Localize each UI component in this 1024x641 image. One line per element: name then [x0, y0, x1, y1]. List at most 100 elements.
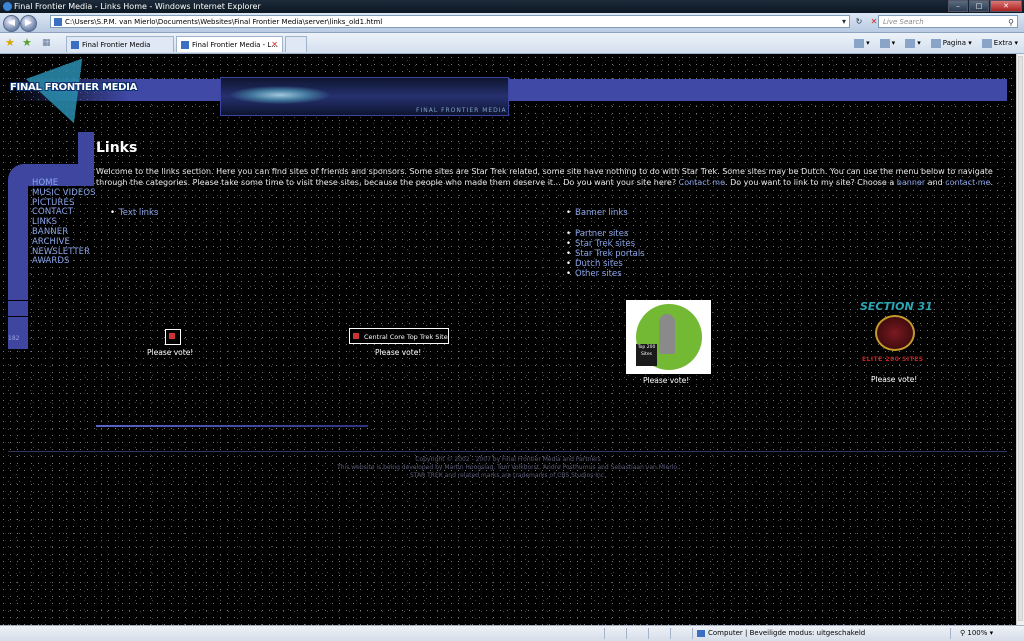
back-button[interactable]: ◀ [3, 15, 20, 32]
page-title: Links [96, 140, 138, 156]
feeds-icon [879, 38, 890, 48]
tab-bar: ★ ★ ▦ Final Frontier Media Final Frontie… [0, 33, 1024, 54]
print-icon [905, 38, 916, 48]
site-logo[interactable]: FINAL FRONTIER MEDIA [10, 82, 137, 93]
zoom-icon: ⚲ [960, 629, 966, 637]
forward-button[interactable]: ▶ [20, 15, 37, 32]
footer-divider [8, 451, 1007, 452]
page-viewport: FINAL FRONTIER MEDIA FINAL FRONTIER MEDI… [0, 54, 1016, 625]
favorites-star-icon[interactable]: ★ [5, 37, 15, 49]
security-zone[interactable]: Computer | Beveiligde modus: uitgeschake… [696, 626, 865, 641]
category-dutch-sites[interactable]: Dutch sites [566, 259, 645, 269]
home-button[interactable]: ▾ [854, 36, 870, 50]
add-favorites-icon[interactable]: ★ [22, 37, 32, 49]
zoom-level[interactable]: ⚲ 100% ▾ [960, 626, 993, 641]
refresh-icon[interactable]: ↻ [853, 15, 865, 28]
status-separator [626, 628, 627, 639]
scrollbar-thumb[interactable] [1018, 56, 1023, 621]
banner-link[interactable]: banner [897, 178, 925, 187]
intro-text-part: and [925, 177, 946, 187]
tools-menu-button[interactable]: Extra ▾ [981, 36, 1018, 50]
text-links-list: Text links [110, 208, 158, 218]
status-separator [670, 628, 671, 639]
address-input[interactable]: C:\Users\S.P.M. van Mierlo\Documents\Web… [50, 15, 850, 28]
vote-label: Please vote! [643, 376, 690, 385]
vote-button-broken-image[interactable] [165, 329, 181, 345]
vote-button-top200[interactable]: Top 200 Sites [626, 300, 711, 374]
page-footer: Copyright © 2002 - 2007 by Final Frontie… [0, 456, 1016, 480]
close-window-button[interactable]: ✕ [990, 0, 1022, 12]
category-other-sites[interactable]: Other sites [566, 269, 645, 279]
status-bar: Computer | Beveiligde modus: uitgeschake… [0, 625, 1024, 641]
command-bar: ▾ ▾ ▾ Pagina ▾ Extra ▾ [854, 36, 1018, 50]
search-icon[interactable]: ⚲ [1008, 16, 1014, 29]
top200-sign: Top 200 Sites [636, 344, 657, 366]
banner-links-link[interactable]: Banner links [566, 208, 628, 218]
search-input[interactable]: Live Search ⚲ [878, 15, 1018, 28]
dropdown-arrow-icon[interactable]: ▾ [838, 15, 850, 28]
minimize-button[interactable]: – [948, 0, 968, 12]
site-menu: HOME MUSIC VIDEOS PICTURES CONTACT LINKS… [32, 178, 96, 267]
text-links-link[interactable]: Text links [110, 208, 158, 218]
tab-page-icon [181, 41, 189, 49]
tab-links-home[interactable]: Final Frontier Media - L... ✕ [176, 36, 283, 52]
gear-icon [981, 38, 992, 48]
home-icon [854, 38, 865, 48]
category-list: Partner sites Star Trek sites Star Trek … [566, 229, 645, 279]
search-placeholder: Live Search [883, 18, 924, 26]
content-divider [96, 425, 368, 427]
banner-caption: FINAL FRONTIER MEDIA [416, 107, 507, 114]
new-tab-button[interactable] [285, 36, 307, 52]
tab-final-frontier-media[interactable]: Final Frontier Media [66, 36, 174, 52]
window-titlebar: Final Frontier Media - Links Home - Wind… [0, 0, 1024, 13]
footer-copyright: Copyright © 2002 - 2007 by Final Frontie… [415, 456, 601, 463]
feeds-button[interactable]: ▾ [879, 36, 895, 50]
zoom-value: 100% [967, 629, 988, 637]
address-tools: ▾ ↻ ✕ [838, 15, 880, 28]
status-separator [950, 628, 951, 639]
contact-link[interactable]: Contact me [679, 178, 725, 187]
menu-item-awards[interactable]: AWARDS [32, 257, 96, 267]
section31-seal [875, 315, 915, 351]
quick-tabs-icon[interactable]: ▦ [42, 37, 51, 49]
vote-button-central-core[interactable]: Central Core Top Trek Sites [349, 328, 449, 344]
intro-text-part: . [990, 177, 994, 187]
central-core-label: Central Core Top Trek Sites [364, 333, 449, 341]
close-tab-icon[interactable]: ✕ [271, 37, 278, 52]
category-star-trek-sites[interactable]: Star Trek sites [566, 239, 645, 249]
page-menu-button[interactable]: Pagina ▾ [930, 36, 972, 50]
lcars-divider [8, 300, 28, 301]
page-icon [930, 38, 941, 48]
address-toolbar: ◀ ▶ C:\Users\S.P.M. van Mierlo\Documents… [0, 13, 1024, 33]
vote-label: Please vote! [871, 375, 918, 384]
lcars-frame-side [8, 184, 28, 349]
footer-developers: This website is being developed by Marti… [337, 464, 679, 471]
ie-icon [3, 2, 12, 11]
tab-label: Final Frontier Media - L... [192, 41, 278, 49]
maximize-button[interactable]: □ [969, 0, 989, 12]
lcars-divider [8, 316, 28, 317]
category-star-trek-portals[interactable]: Star Trek portals [566, 249, 645, 259]
section31-subtitle: ELITE 200 SITES [862, 356, 924, 363]
intro-text-part: . Do you want to link to my site? Choose… [725, 177, 897, 187]
intro-text: Welcome to the links section. Here you c… [96, 167, 1004, 188]
vote-button-section31[interactable]: SECTION 31 ELITE 200 SITES [858, 300, 934, 368]
starship-image [230, 86, 330, 104]
tab-label: Final Frontier Media [82, 41, 151, 49]
footer-trademark: STAR TREK and related marks are trademar… [409, 472, 607, 479]
vote-label: Please vote! [147, 348, 194, 357]
contact-me-link[interactable]: contact me [945, 178, 990, 187]
vertical-scrollbar[interactable] [1016, 54, 1024, 625]
vote-label: Please vote! [375, 348, 422, 357]
window-title: Final Frontier Media - Links Home - Wind… [14, 2, 261, 11]
logo-emblem [25, 58, 103, 134]
address-url: C:\Users\S.P.M. van Mierlo\Documents\Web… [65, 18, 383, 26]
lcars-label: 182 [8, 335, 20, 342]
banner-links-list: Banner links [566, 208, 628, 218]
print-button[interactable]: ▾ [905, 36, 921, 50]
status-separator [648, 628, 649, 639]
tab-page-icon [71, 41, 79, 49]
section31-title: SECTION 31 [860, 300, 933, 313]
category-partner-sites[interactable]: Partner sites [566, 229, 645, 239]
status-separator [604, 628, 605, 639]
